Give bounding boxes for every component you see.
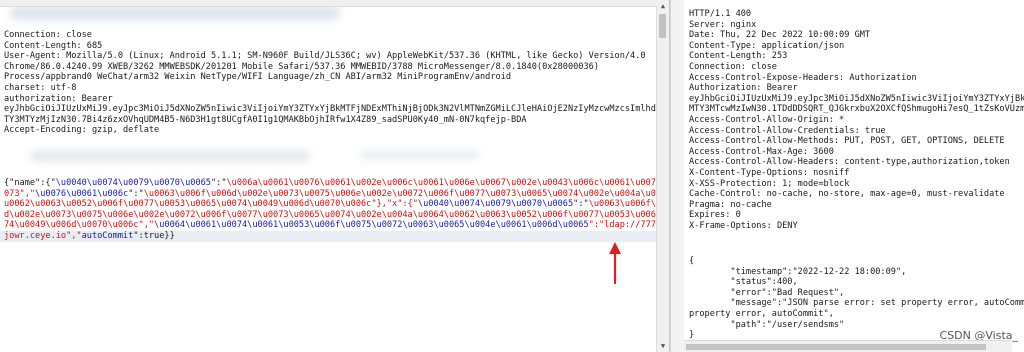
request-header-line: Process/appbrand0 WeChat/arm32 Weixin Ne… [4, 72, 512, 83]
response-headers: HTTP/1.1 400 Server: nginx Date: Thu, 22 D… [689, 9, 1024, 231]
body-token: \u0063\u006f\u006d\u002e\u0073\u0075\u00… [143, 188, 670, 199]
request-header-line: eyJhbGciOiJIUzUxMiJ9.eyJpc3MiOiJ5dXNoZW5… [4, 104, 670, 115]
response-body-line: "error":"Bad Request", [689, 287, 845, 298]
redacted-region [360, 150, 480, 160]
request-header-line: Content-Length: 685 [4, 40, 103, 51]
response-header-line: MTY3MTcwMzIwN30.1TDdDDSQRT_QJGkrxbuX2OXC… [689, 104, 1024, 115]
response-header-line: Date: Thu, 22 Dec 2022 10:00:09 GMT [689, 30, 871, 41]
response-header-line: Access-Control-Allow-Methods: PUT, POST,… [689, 136, 1005, 147]
body-token: autoCommit [81, 230, 134, 241]
response-header-line: Content-Type: application/json [689, 40, 845, 51]
scroll-thumb[interactable] [686, 344, 986, 350]
arrow-up-icon [609, 242, 621, 284]
response-header-line: Connection: close [689, 61, 777, 72]
body-token: ":" [128, 188, 144, 199]
response-header-line: X-Frame-Options: DENY [689, 220, 798, 231]
response-header-line: HTTP/1.1 400 [689, 9, 752, 19]
response-header-line: eyJhbGciOiJIUzUxMiJ9.eyJpc3MiOiJ5dXNoZW5… [689, 93, 1024, 104]
response-header-line: Access-Control-Expose-Headers: Authoriza… [689, 72, 917, 83]
request-body-line: 74\u0049\u006d\u0070\u006c","\u0064\u006… [4, 220, 669, 231]
scroll-thumb[interactable] [659, 14, 666, 38]
body-token: u0062\u0063\u0052\u006f\u0077\u0053\u006… [4, 199, 418, 210]
body-token: d\u002e\u0073\u0075\u006e\u002e\u0072\u0… [4, 209, 670, 220]
request-header-line: authorization: Bearer [4, 93, 113, 104]
request-header-line: TY3MTYzMjIzN30.7Bi4z6zxOVhqUDM4B5-N6D3H1… [4, 114, 527, 125]
body-token: ":true}} [133, 230, 175, 241]
request-header-line: charset: utf-8 [4, 82, 77, 93]
request-body[interactable]: {"name":{"\u0040\u0074\u0079\u0070\u0065… [4, 178, 670, 242]
body-token: ":" [210, 178, 227, 188]
request-body-line: jowr.ceye.io","autoCommit":true}} [4, 230, 669, 242]
request-header-line: Connection: close [4, 30, 92, 40]
request-header-line: User-Agent: Mozilla/5.0 (Linux; Android … [4, 51, 646, 62]
response-header-line: Content-Length: 253 [689, 51, 788, 62]
request-body-line: {"name":{"\u0040\u0074\u0079\u0070\u0065… [4, 178, 670, 189]
redacted-region [10, 6, 340, 20]
response-body-line: property error, autoCommit", [689, 308, 834, 319]
response-header-line: Access-Control-Allow-Origin: * [689, 114, 845, 125]
response-body-line: "timestamp":"2022-12-22 18:00:09", [689, 266, 907, 277]
response-body-line: "message":"JSON parse error: set propert… [689, 298, 1024, 309]
response-header-line: Pragma: no-cache [689, 199, 772, 210]
body-token: \u0076\u0061\u006c [35, 188, 129, 199]
request-pane[interactable]: Connection: close Content-Length: 685 User… [0, 0, 670, 352]
response-header-line: Access-Control-Max-Age: 3600 [689, 146, 834, 157]
body-token: \u0064\u0061\u0074\u0061\u0053\u006f\u00… [154, 220, 589, 231]
response-body-line: { [689, 256, 695, 266]
scroll-up-icon[interactable]: ▲ [657, 0, 669, 12]
body-token: \u0040\u0074\u0079\u0070\u0065 [417, 199, 574, 210]
body-token: 74\u0049\u006d\u0070\u006c"," [4, 220, 155, 231]
response-header-line: X-XSS-Protection: 1; mode=block [689, 178, 850, 189]
response-header-line: Expires: 0 [689, 210, 741, 221]
response-header-line: X-Content-Type-Options: nosniff [689, 167, 850, 178]
response-header-line: Server: nginx [689, 19, 757, 30]
response-pane[interactable]: HTTP/1.1 400 Server: nginx Date: Thu, 22 D… [684, 0, 1024, 352]
body-token: {"name":{" [4, 178, 56, 188]
response-header-line: Cache-Control: no-cache, no-store, max-a… [689, 189, 1005, 200]
body-token: ":" [573, 199, 589, 210]
pane-splitter[interactable] [670, 0, 685, 352]
request-body-line: u0062\u0063\u0052\u006f\u0077\u0053\u006… [4, 199, 669, 210]
response-horizontal-scrollbar[interactable] [684, 340, 1012, 352]
request-vertical-scrollbar[interactable]: ▲ ▼ [656, 0, 669, 352]
request-header-line: Chrome/86.0.4240.99 XWEB/3262 MMWEBSDK/2… [4, 61, 599, 72]
body-token: jowr.ceye.io"," [4, 230, 82, 241]
body-token: \u006a\u0061\u0076\u0061\u002e\u006c\u00… [226, 178, 670, 188]
redacted-region [30, 150, 310, 162]
body-token: 073"," [4, 188, 36, 199]
response-header-line: Access-Control-Allow-Credentials: true [689, 125, 886, 136]
response-body-line: "status":400, [689, 277, 798, 288]
request-horizontal-scrollbar[interactable] [0, 0, 657, 7]
scroll-down-icon[interactable]: ▼ [657, 340, 669, 352]
request-headers: Connection: close Content-Length: 685 User… [4, 30, 670, 136]
response-header-line: Access-Control-Allow-Headers: content-ty… [689, 157, 1010, 168]
body-token: \u0040\u0074\u0079\u0070\u0065 [55, 178, 211, 188]
response-header-line: Authorization: Bearer [689, 83, 798, 94]
request-header-line: Accept-Encoding: gzip, deflate [4, 125, 160, 136]
request-body-line: d\u002e\u0073\u0075\u006e\u002e\u0072\u0… [4, 209, 670, 221]
request-body-line: 073","\u0076\u0061\u006c":"\u0063\u006f\… [4, 188, 670, 200]
